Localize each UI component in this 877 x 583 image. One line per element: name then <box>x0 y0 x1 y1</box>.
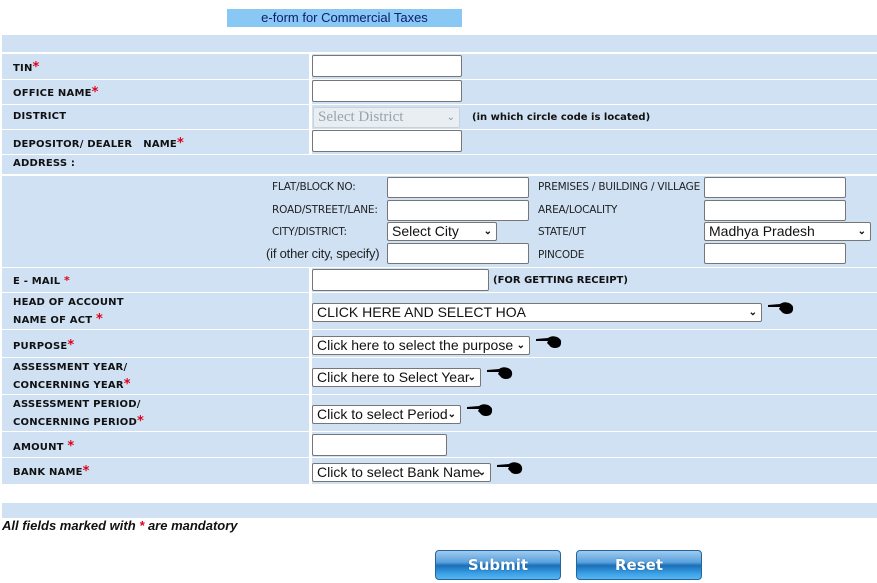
form-title: e-form for Commercial Taxes <box>227 9 462 27</box>
required-marker: * <box>91 85 99 100</box>
purpose-select-value: Click here to select the purpose <box>317 337 514 353</box>
hoa-select[interactable]: CLICK HERE AND SELECT HOA ⌄ <box>312 303 762 322</box>
pincode-label: PINCODE <box>538 249 585 261</box>
submit-button[interactable]: Submit <box>435 550 561 580</box>
state-select-value: Madhya Pradesh <box>709 223 815 239</box>
amount-input[interactable] <box>312 434 447 456</box>
chevron-down-icon: ⌄ <box>857 226 866 237</box>
assessment-period-select[interactable]: Click to select Period ⌄ <box>312 405 461 424</box>
tin-label: TIN* <box>13 60 40 75</box>
other-city-label: (if other city, specify) <box>266 246 380 261</box>
hoa-label: HEAD OF ACCOUNT NAME OF ACT * <box>13 297 124 327</box>
road-input[interactable] <box>387 200 529 221</box>
required-marker: * <box>82 464 90 479</box>
bank-name-select[interactable]: Click to select Bank Name ⌄ <box>312 463 491 482</box>
district-hint: (in which circle code is located) <box>472 112 651 123</box>
required-marker: * <box>67 439 75 454</box>
flat-block-label: FLAT/BLOCK NO: <box>272 181 356 193</box>
assessment-period-label: ASSESSMENT PERIOD/CONCERNING PERIOD* <box>13 399 145 429</box>
chevron-down-icon: ⌄ <box>467 372 476 383</box>
pointing-hand-icon <box>487 367 513 379</box>
bank-name-row: BANK NAME* Click to select Bank Name ⌄ <box>2 458 877 484</box>
email-label: E - MAIL * <box>13 274 70 287</box>
district-select-value: Select District <box>318 109 404 125</box>
column-divider <box>309 105 312 129</box>
pincode-input[interactable] <box>704 243 846 264</box>
flat-block-input[interactable] <box>387 177 529 198</box>
depositor-name-label: DEPOSITOR/ DEALER NAME* <box>13 136 184 151</box>
required-marker: * <box>64 274 70 287</box>
chevron-down-icon: ⌄ <box>483 226 492 237</box>
purpose-select[interactable]: Click here to select the purpose ⌄ <box>312 336 530 355</box>
required-marker: * <box>176 136 184 151</box>
assessment-year-row: ASSESSMENT YEAR/CONCERNING YEAR* Click h… <box>2 358 877 394</box>
premises-label: PREMISES / BUILDING / VILLAGE <box>538 181 701 193</box>
pointing-hand-icon <box>497 462 523 474</box>
city-select[interactable]: Select City ⌄ <box>387 222 497 241</box>
other-city-input[interactable] <box>387 243 529 264</box>
chevron-down-icon: ⌄ <box>748 307 757 318</box>
area-input[interactable] <box>704 200 846 221</box>
email-hint: (FOR GETTING RECEIPT) <box>493 275 628 286</box>
amount-row: AMOUNT * <box>2 432 877 457</box>
office-name-label: OFFICE NAME* <box>13 85 99 100</box>
hoa-row: HEAD OF ACCOUNT NAME OF ACT * CLICK HERE … <box>2 293 877 329</box>
purpose-row: PURPOSE* Click here to select the purpos… <box>2 330 877 357</box>
chevron-down-icon: ⌄ <box>446 112 455 123</box>
assessment-year-label: ASSESSMENT YEAR/CONCERNING YEAR* <box>13 362 131 392</box>
assessment-period-select-value: Click to select Period <box>317 406 448 422</box>
assessment-period-row: ASSESSMENT PERIOD/CONCERNING PERIOD* Cli… <box>2 395 877 431</box>
reset-button[interactable]: Reset <box>576 550 702 580</box>
city-label: CITY/DISTRICT: <box>272 226 347 238</box>
header-row <box>2 35 877 52</box>
road-label: ROAD/STREET/LANE: <box>272 204 378 216</box>
district-row: DISTRICT Select District ⌄ (in which cir… <box>2 105 877 129</box>
mandatory-note: All fields marked with * are mandatory <box>2 518 238 533</box>
tin-input[interactable] <box>312 55 462 77</box>
required-marker: * <box>123 377 131 392</box>
assessment-year-select[interactable]: Click here to Select Year ⌄ <box>312 368 481 387</box>
address-label: ADDRESS : <box>13 158 76 169</box>
required-marker: * <box>95 312 103 327</box>
premises-input[interactable] <box>704 177 846 198</box>
bank-name-select-value: Click to select Bank Name <box>317 464 481 480</box>
state-label: STATE/UT <box>538 226 586 238</box>
office-name-row: OFFICE NAME* <box>2 80 877 104</box>
city-select-value: Select City <box>392 223 459 239</box>
address-header-row: ADDRESS : <box>2 155 877 174</box>
bank-name-label: BANK NAME* <box>13 464 90 479</box>
chevron-down-icon: ⌄ <box>516 340 525 351</box>
office-name-input[interactable] <box>312 80 462 102</box>
pointing-hand-icon <box>768 302 794 314</box>
email-row: E - MAIL * (FOR GETTING RECEIPT) <box>2 268 877 292</box>
email-input[interactable] <box>312 269 489 291</box>
address-block: FLAT/BLOCK NO: PREMISES / BUILDING / VIL… <box>2 176 877 267</box>
assessment-year-select-value: Click here to Select Year <box>317 369 470 385</box>
chevron-down-icon: ⌄ <box>477 467 486 478</box>
required-marker: * <box>137 414 145 429</box>
required-marker: * <box>67 338 75 353</box>
depositor-name-input[interactable] <box>312 130 462 152</box>
pointing-hand-icon <box>536 336 562 348</box>
district-select: Select District ⌄ <box>313 107 460 128</box>
footer-row <box>2 503 877 518</box>
hoa-select-value: CLICK HERE AND SELECT HOA <box>317 304 527 320</box>
chevron-down-icon: ⌄ <box>447 409 456 420</box>
purpose-label: PURPOSE* <box>13 338 75 353</box>
depositor-name-row: DEPOSITOR/ DEALER NAME* <box>2 130 877 154</box>
tin-row: TIN* <box>2 54 877 79</box>
area-label: AREA/LOCALITY <box>538 204 618 216</box>
pointing-hand-icon <box>467 404 493 416</box>
amount-label: AMOUNT * <box>13 439 75 454</box>
state-select[interactable]: Madhya Pradesh ⌄ <box>704 222 871 241</box>
required-marker: * <box>32 60 40 75</box>
district-label: DISTRICT <box>13 111 67 122</box>
